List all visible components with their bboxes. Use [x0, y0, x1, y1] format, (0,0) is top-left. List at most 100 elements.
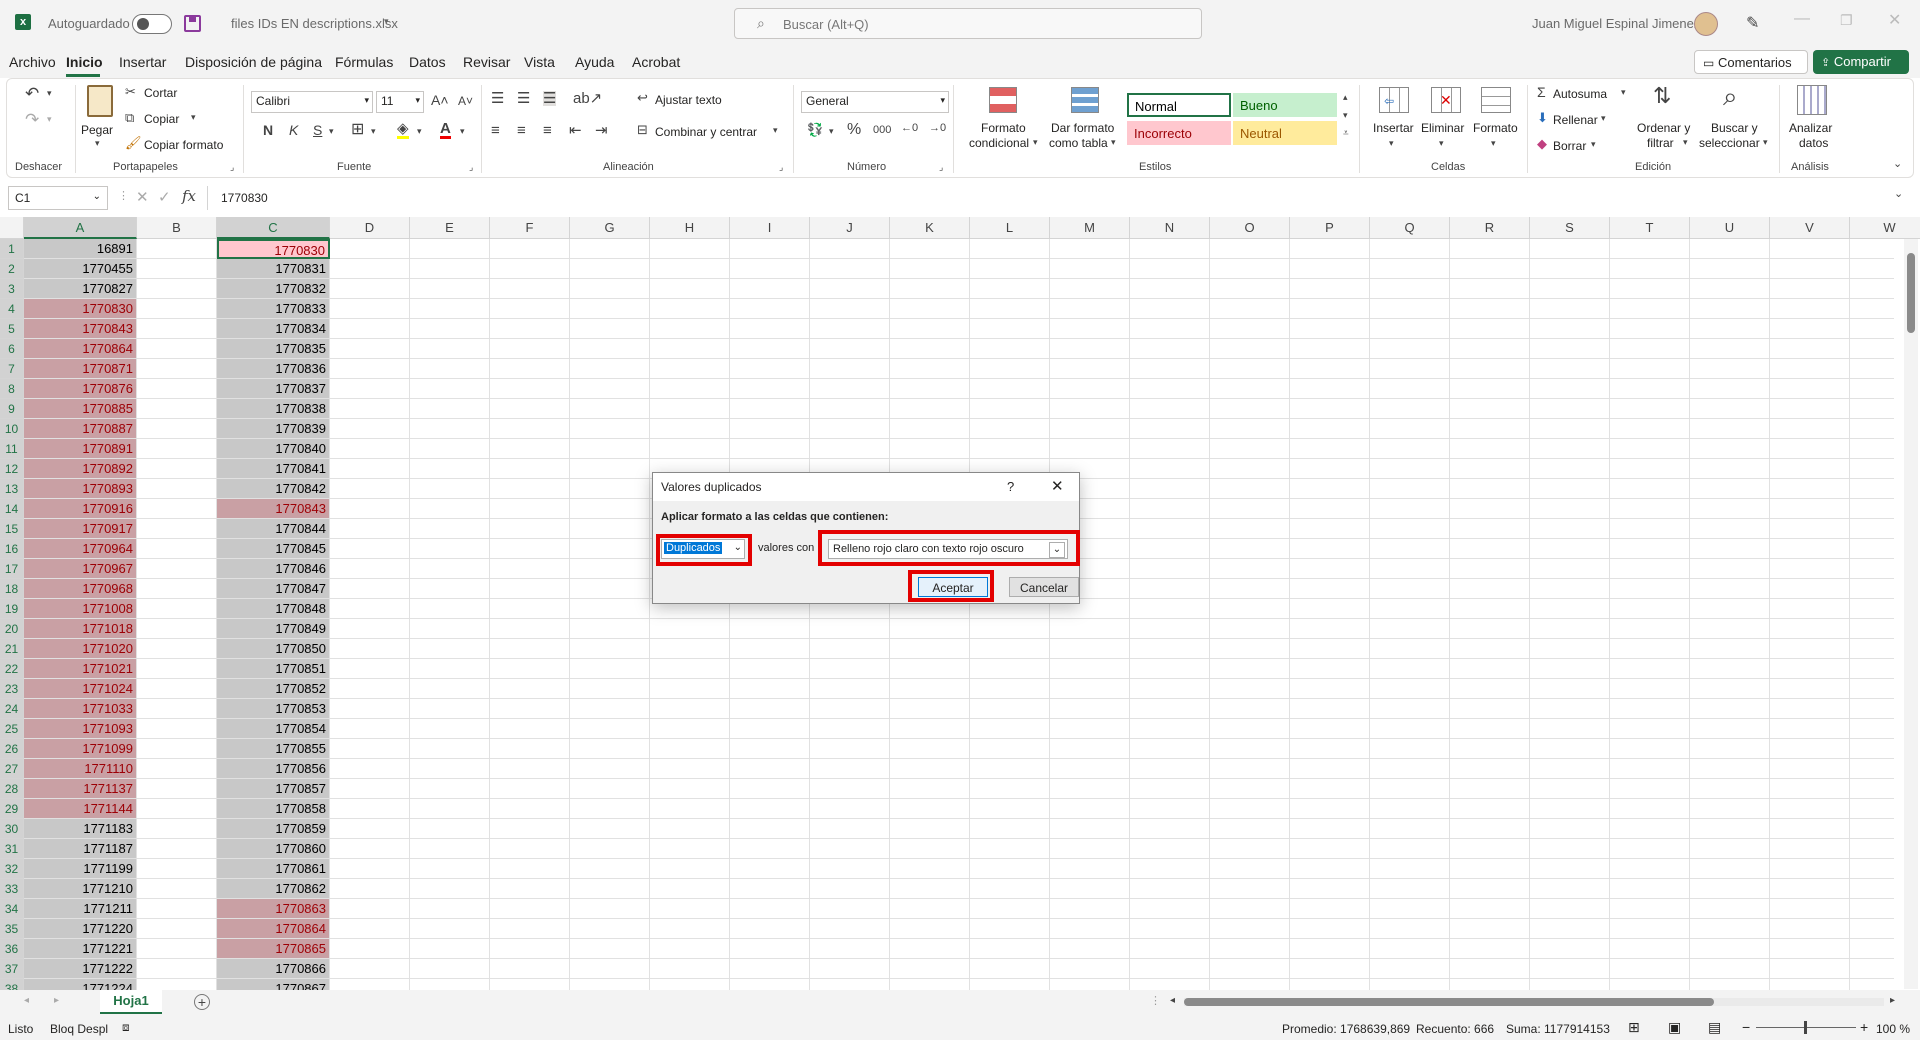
cell-a[interactable]: 1771093: [24, 719, 137, 739]
expand-formula-icon[interactable]: ⌄: [1894, 189, 1903, 200]
cell-b[interactable]: [137, 239, 217, 259]
column-header-c[interactable]: C: [217, 217, 330, 239]
delete-cells-button[interactable]: Eliminar: [1421, 121, 1464, 135]
formula-input[interactable]: 1770830: [221, 191, 268, 205]
analyze-data-button[interactable]: Analizar: [1789, 121, 1832, 135]
comments-button[interactable]: ▭ Comentarios: [1694, 50, 1808, 74]
cell-b[interactable]: [137, 259, 217, 279]
font-color-icon[interactable]: A: [440, 121, 451, 139]
cell-a[interactable]: 1771110: [24, 759, 137, 779]
cell-c[interactable]: 1770841: [217, 459, 330, 479]
zoom-slider[interactable]: [1756, 1021, 1856, 1034]
dialog-launcher-icon[interactable]: ⌟: [230, 163, 234, 172]
cell-a[interactable]: 1771224: [24, 979, 137, 990]
add-sheet-icon[interactable]: +: [194, 994, 210, 1010]
dialog-launcher-icon[interactable]: ⌟: [469, 163, 473, 172]
fill-button[interactable]: Rellenar: [1553, 113, 1598, 127]
column-header-f[interactable]: F: [490, 217, 570, 239]
cell-b[interactable]: [137, 659, 217, 679]
row-header[interactable]: 35: [0, 919, 24, 939]
cell-b[interactable]: [137, 739, 217, 759]
cell-b[interactable]: [137, 639, 217, 659]
decrease-decimal-icon[interactable]: →0: [929, 123, 946, 134]
confirm-entry-icon[interactable]: ✓: [158, 190, 171, 205]
align-top-icon[interactable]: ☰: [491, 91, 504, 106]
row-header[interactable]: 32: [0, 859, 24, 879]
row-header[interactable]: 12: [0, 459, 24, 479]
style-normal[interactable]: Normal: [1127, 93, 1231, 117]
paste-icon[interactable]: [87, 85, 113, 117]
close-icon[interactable]: ✕: [1051, 477, 1064, 495]
column-header-s[interactable]: S: [1530, 217, 1610, 239]
cell-c[interactable]: 1770859: [217, 819, 330, 839]
cell-a[interactable]: 1770893: [24, 479, 137, 499]
cell-a[interactable]: 1770885: [24, 399, 137, 419]
cell-a[interactable]: 1771199: [24, 859, 137, 879]
cell-c[interactable]: 1770853: [217, 699, 330, 719]
cell-a[interactable]: 1771099: [24, 739, 137, 759]
row-header[interactable]: 18: [0, 579, 24, 599]
row-header[interactable]: 21: [0, 639, 24, 659]
row-header[interactable]: 10: [0, 419, 24, 439]
cell-c[interactable]: 1770844: [217, 519, 330, 539]
sheet-tab-hoja1[interactable]: Hoja1: [100, 990, 162, 1014]
align-left-icon[interactable]: ≡: [491, 123, 500, 138]
cell-b[interactable]: [137, 979, 217, 990]
row-header[interactable]: 33: [0, 879, 24, 899]
cell-b[interactable]: [137, 339, 217, 359]
cell-a[interactable]: 1770864: [24, 339, 137, 359]
chevron-down-icon[interactable]: ▾: [460, 127, 465, 136]
minimize-icon[interactable]: —: [1794, 10, 1810, 28]
cell-b[interactable]: [137, 579, 217, 599]
row-header[interactable]: 4: [0, 299, 24, 319]
column-header-m[interactable]: M: [1050, 217, 1130, 239]
cell-c[interactable]: 1770861: [217, 859, 330, 879]
cell-a[interactable]: 1770455: [24, 259, 137, 279]
row-header[interactable]: 24: [0, 699, 24, 719]
cell-b[interactable]: [137, 619, 217, 639]
column-header-h[interactable]: H: [650, 217, 730, 239]
menu-vista[interactable]: Vista: [524, 54, 555, 70]
cell-a[interactable]: 1771024: [24, 679, 137, 699]
column-header-w[interactable]: W: [1850, 217, 1920, 239]
chevron-down-icon[interactable]: ▾: [829, 127, 834, 136]
borders-icon[interactable]: ⊞: [351, 122, 364, 138]
chevron-down-icon[interactable]: ▾: [95, 139, 100, 148]
cell-a[interactable]: 1771221: [24, 939, 137, 959]
dialog-launcher-icon[interactable]: ⌟: [939, 163, 943, 172]
thousands-icon[interactable]: 000: [873, 125, 891, 136]
cell-a[interactable]: 1770917: [24, 519, 137, 539]
chevron-down-icon[interactable]: ▾: [191, 113, 196, 122]
cell-c[interactable]: 1770851: [217, 659, 330, 679]
cell-b[interactable]: [137, 559, 217, 579]
find-select-button-line2[interactable]: seleccionar: [1699, 136, 1760, 150]
cell-b[interactable]: [137, 479, 217, 499]
pen-icon[interactable]: ✎: [1746, 13, 1759, 33]
row-header[interactable]: 22: [0, 659, 24, 679]
column-header-d[interactable]: D: [330, 217, 410, 239]
status-average[interactable]: Promedio: 1768639,869: [1282, 1022, 1410, 1036]
menu-acrobat[interactable]: Acrobat: [632, 54, 680, 70]
column-header-g[interactable]: G: [570, 217, 650, 239]
help-button[interactable]: ?: [1007, 479, 1014, 494]
find-select-button[interactable]: Buscar y: [1711, 121, 1758, 135]
cell-a[interactable]: 1771018: [24, 619, 137, 639]
cell-a[interactable]: 1770967: [24, 559, 137, 579]
increase-decimal-icon[interactable]: ←0: [901, 123, 918, 134]
cell-b[interactable]: [137, 919, 217, 939]
row-header[interactable]: 25: [0, 719, 24, 739]
cell-c[interactable]: 1770854: [217, 719, 330, 739]
row-header[interactable]: 26: [0, 739, 24, 759]
autosum-button[interactable]: Autosuma: [1553, 87, 1607, 101]
cell-a[interactable]: 1771210: [24, 879, 137, 899]
format-as-table-button-line2[interactable]: como tabla: [1049, 136, 1108, 150]
row-header[interactable]: 31: [0, 839, 24, 859]
column-header-i[interactable]: I: [730, 217, 810, 239]
cell-c[interactable]: 1770848: [217, 599, 330, 619]
row-header[interactable]: 15: [0, 519, 24, 539]
select-all-corner[interactable]: [0, 217, 24, 239]
cell-c[interactable]: 1770847: [217, 579, 330, 599]
cut-button[interactable]: Cortar: [144, 86, 177, 100]
column-header-p[interactable]: P: [1290, 217, 1370, 239]
row-header[interactable]: 1: [0, 239, 24, 259]
